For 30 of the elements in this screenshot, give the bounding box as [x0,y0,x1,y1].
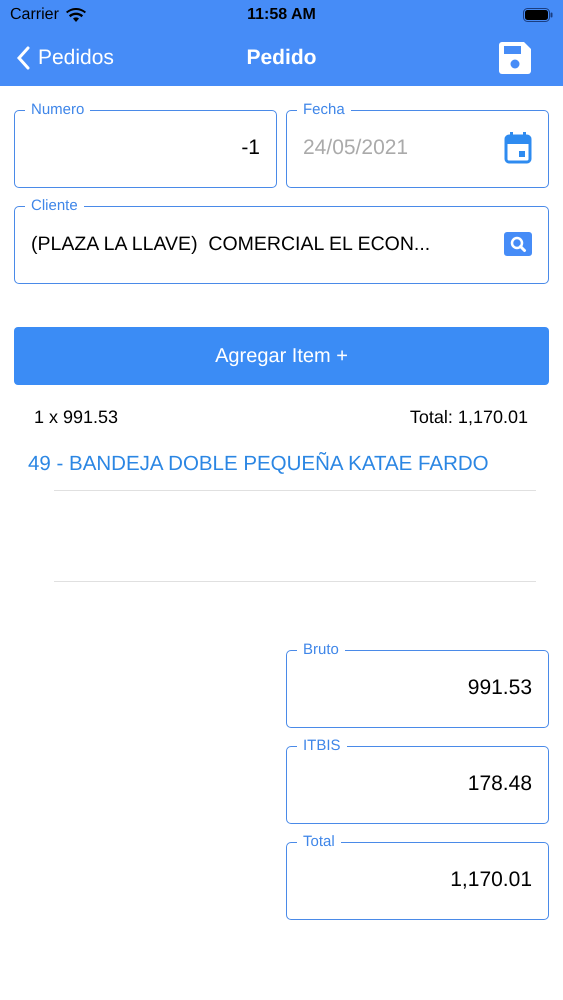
text-field[interactable]: Cliente (PLAZA LA LLAVE) COMERCIAL EL ECON... [14,198,549,284]
text-field[interactable]: Total 1,170.01 [286,834,549,920]
field-label: ITBIS [302,738,342,754]
search-icon[interactable] [504,232,532,256]
calendar-icon[interactable] [504,132,532,164]
text-field[interactable]: Bruto 991.53 [286,642,549,728]
wifi-icon [66,8,86,22]
field-label: Cliente [30,198,79,214]
text-input[interactable]: -1 [31,136,260,160]
field-label: Bruto [302,642,340,658]
text-field[interactable]: Numero -1 [14,102,277,188]
item-name[interactable]: 49 - BANDEJA DOBLE PEQUEÑA KATAE FARDO [0,428,563,476]
field-label: Numero [30,102,86,118]
save-icon[interactable] [499,42,531,74]
text-field[interactable]: ITBIS 178.48 [286,738,549,824]
quantity-price: 1 x 991.53 [34,407,118,428]
screen-title: Pedido [246,46,316,70]
text-input[interactable]: 178.48 [303,772,532,796]
text-input[interactable]: 1,170.01 [303,868,532,892]
text-input[interactable]: (PLAZA LA LLAVE) COMERCIAL EL ECON... [31,232,496,256]
text-input[interactable]: 24/05/2021 [303,136,496,160]
chevron-left-icon [16,46,30,70]
battery-icon [523,8,553,22]
carrier-name: Carrier [10,6,59,24]
field-label: Total [302,834,336,850]
clock-time: 11:58 AM [246,6,317,24]
item-total: Total: 1,170.01 [410,407,528,428]
field-label: Fecha [302,102,346,118]
text-field[interactable]: Fecha 24/05/2021 [286,102,549,188]
text-input[interactable]: 991.53 [303,676,532,700]
